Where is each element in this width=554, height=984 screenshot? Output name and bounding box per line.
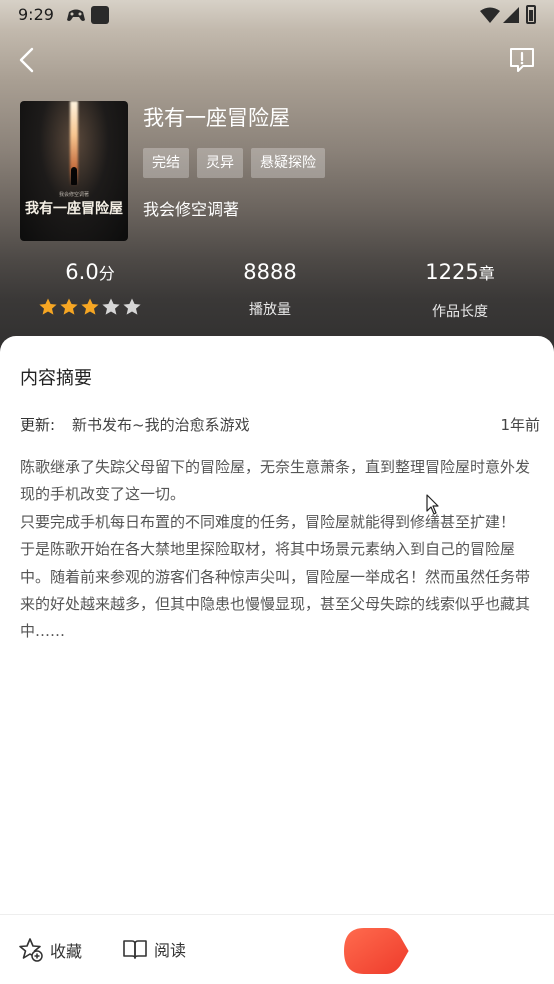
cover-subtitle: 我会修空调著 — [58, 192, 89, 198]
collect-label: 收藏 — [50, 942, 83, 961]
book-open-icon — [123, 940, 147, 959]
book-detail-screen: 9:29 我会修空调著 我有一座冒险屋 我有一座冒险屋 完结 灵异 悬疑探险 我… — [0, 0, 554, 984]
cover-title: 我有一座冒险屋 — [25, 201, 123, 217]
star-add-icon — [19, 938, 43, 962]
tag-item[interactable]: 灵异 — [197, 148, 243, 178]
summary-text: 陈歌继承了失踪父母留下的冒险屋，无奈生意萧条，直到整理冒险屋时意外发现的手机改变… — [20, 454, 536, 646]
status-bar: 9:29 — [0, 0, 554, 30]
rating-unit: 分 — [98, 264, 115, 283]
app-notification-icon — [91, 6, 109, 24]
star-filled-icon — [81, 298, 99, 315]
tag-list: 完结 灵异 悬疑探险 — [143, 148, 325, 178]
summary-paragraph: 陈歌继承了失踪父母留下的冒险屋，无奈生意萧条，直到整理冒险屋时意外发现的手机改变… — [20, 458, 531, 504]
plays-stat: 8888 播放量 — [210, 258, 330, 319]
section-title: 内容摘要 — [20, 368, 92, 389]
bottom-action-bar: 收藏 阅读 — [0, 914, 554, 984]
chevron-left-icon — [19, 47, 34, 73]
status-time: 9:29 — [18, 5, 54, 24]
update-text: 新书发布~我的治愈系游戏 — [72, 416, 250, 434]
book-title: 我有一座冒险屋 — [143, 106, 290, 130]
length-label: 作品长度 — [432, 304, 488, 320]
tag-item[interactable]: 完结 — [143, 148, 189, 178]
rating-value-row: 6.0分 — [30, 258, 150, 288]
mouse-cursor-icon — [426, 494, 439, 515]
update-time: 1年前 — [500, 416, 540, 434]
summary-card: 内容摘要 更新: 新书发布~我的治愈系游戏 1年前 陈歌继承了失踪父母留下的冒险… — [0, 336, 554, 916]
update-row[interactable]: 更新: 新书发布~我的治愈系游戏 1年前 — [20, 414, 540, 436]
star-empty-icon — [102, 298, 120, 315]
header-background: 9:29 我会修空调著 我有一座冒险屋 我有一座冒险屋 完结 灵异 悬疑探险 我… — [0, 0, 554, 360]
cover-figure — [71, 167, 77, 185]
rating-stat: 6.0分 — [30, 258, 150, 317]
wifi-icon — [480, 7, 500, 23]
update-label: 更新: — [20, 416, 56, 434]
rating-stars — [30, 297, 150, 317]
plays-value: 8888 — [243, 260, 297, 284]
plays-label: 播放量 — [249, 302, 291, 318]
back-button[interactable] — [12, 44, 42, 76]
collect-button[interactable]: 收藏 — [18, 937, 82, 963]
tag-item[interactable]: 悬疑探险 — [251, 148, 325, 178]
length-unit: 章 — [478, 264, 495, 283]
read-button[interactable]: 阅读 — [122, 937, 186, 961]
length-value: 1225 — [425, 260, 479, 284]
star-filled-icon — [60, 298, 78, 315]
book-cover[interactable]: 我会修空调著 我有一座冒险屋 — [20, 101, 128, 241]
battery-icon — [526, 5, 536, 24]
signal-icon — [503, 7, 519, 23]
summary-paragraph: 于是陈歌开始在各大禁地里探险取材，将其中场景元素纳入到自己的冒险屋中。随着前来参… — [20, 540, 531, 641]
author-name[interactable]: 我会修空调著 — [143, 196, 239, 220]
play-button[interactable] — [342, 926, 410, 976]
star-empty-icon — [123, 298, 141, 315]
length-stat: 1225章 作品长度 — [395, 258, 525, 321]
star-filled-icon — [39, 298, 57, 315]
report-icon — [510, 48, 534, 72]
report-button[interactable] — [506, 44, 538, 76]
rating-value: 6.0 — [65, 260, 99, 284]
read-label: 阅读 — [154, 941, 187, 960]
game-controller-icon — [67, 9, 85, 21]
summary-paragraph: 只要完成手机每日布置的不同难度的任务，冒险屋就能得到修缮甚至扩建！ — [20, 512, 516, 531]
length-value-row: 1225章 — [395, 258, 525, 288]
